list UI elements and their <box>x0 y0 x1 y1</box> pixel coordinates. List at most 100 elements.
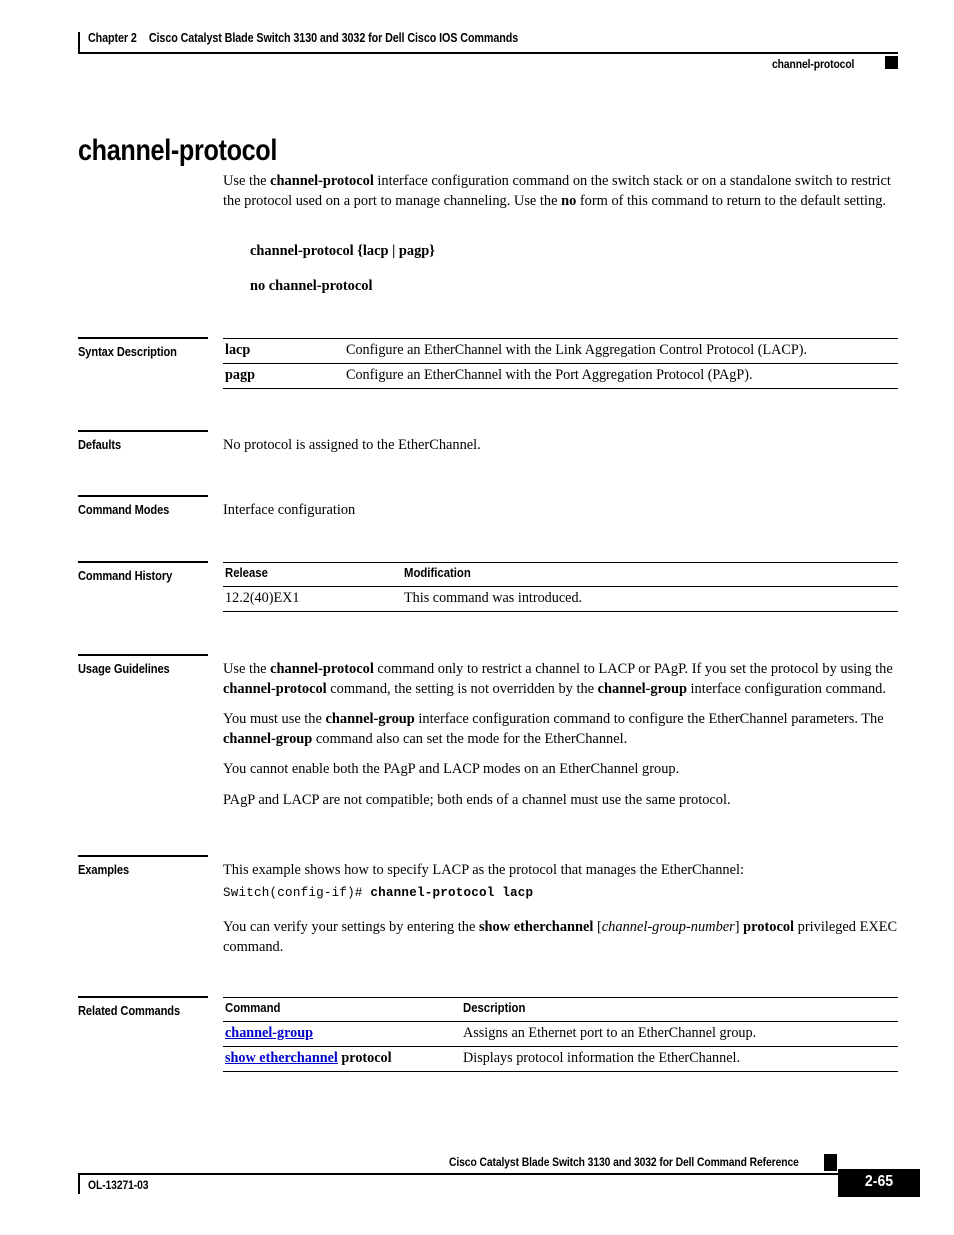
verify-part-1: You can verify your settings by entering… <box>223 919 479 935</box>
related-command-plain-2: protocol <box>337 1050 392 1066</box>
related-command-cell-2[interactable]: show etherchannel protocol <box>223 1046 461 1072</box>
page-number-text: 2-65 <box>864 1173 894 1190</box>
related-command-description-2: Displays protocol information the EtherC… <box>461 1046 898 1072</box>
header-marker-square <box>885 56 898 69</box>
command-history-modification-value: This command was introduced. <box>402 586 898 612</box>
syntax-desc-lacp: Configure an EtherChannel with the Link … <box>344 338 898 364</box>
footer-rule <box>78 1173 840 1175</box>
examples-verify-text: You can verify your settings by entering… <box>223 918 898 957</box>
usage-p1-bold-2: channel-protocol <box>223 680 327 697</box>
header-chapter-number: Chapter 2 <box>88 31 137 45</box>
verify-bold-show-etherchannel: show etherchannel <box>478 919 594 935</box>
usage-p1-part-2: command only to restrict a channel to LA… <box>373 661 893 677</box>
command-history-header-modification: Modification <box>402 562 898 587</box>
page-title: channel-protocol <box>78 134 278 168</box>
related-command-description-1: Assigns an Ethernet port to an EtherChan… <box>461 1021 898 1047</box>
table-header-row: Release Modification <box>223 562 898 587</box>
header-label: Release <box>225 565 268 580</box>
examples-intro-text: This example shows how to specify LACP a… <box>223 862 745 878</box>
table-row: 12.2(40)EX1 This command was introduced. <box>223 586 898 612</box>
intro-part-1: Use the <box>223 173 271 189</box>
page-number: 2-65 <box>838 1173 920 1191</box>
usage-p2-bold-1: channel-group <box>325 711 415 728</box>
table-row: channel-group Assigns an Ethernet port t… <box>223 1021 898 1047</box>
command-history-header-release: Release <box>223 562 402 587</box>
link-channel-group[interactable]: channel-group <box>225 1025 313 1041</box>
section-rule <box>78 337 208 339</box>
intro-paragraph: Use the channel-protocol interface confi… <box>223 172 898 211</box>
usage-p2-part-3: command also can set the mode for the Et… <box>312 730 628 747</box>
section-label-command-history: Command History <box>78 561 223 583</box>
syntax-desc-pagp: Configure an EtherChannel with the Port … <box>344 363 898 389</box>
usage-p1-bold-3: channel-group <box>597 680 687 697</box>
command-modes-content: Interface configuration <box>223 501 898 521</box>
usage-paragraph-3: You cannot enable both the PAgP and LACP… <box>223 761 680 778</box>
table-row: lacp Configure an EtherChannel with the … <box>223 338 898 364</box>
header-running-head: channel-protocol <box>772 57 855 71</box>
syntax-term-pagp: pagp <box>223 363 344 389</box>
header-label: Modification <box>404 565 471 580</box>
usage-guidelines-content: Use the channel-protocol command only to… <box>223 660 898 810</box>
page-header: Chapter 2 Cisco Catalyst Blade Switch 313… <box>78 30 898 72</box>
syntax-description-table: lacp Configure an EtherChannel with the … <box>223 338 898 389</box>
example-code-line: Switch(config-if)# channel-protocol lacp <box>223 886 533 900</box>
footer-document-title: Cisco Catalyst Blade Switch 3130 and 303… <box>449 1155 800 1169</box>
related-commands-header-command: Command <box>223 997 461 1022</box>
footer-left-tick <box>78 1175 81 1194</box>
table-header-row: Command Description <box>223 997 898 1022</box>
usage-paragraph-4: PAgP and LACP are not compatible; both e… <box>223 791 731 808</box>
section-label-text: Syntax Description <box>78 344 177 359</box>
syntax-negative-form: no channel-protocol <box>250 278 373 294</box>
section-label-text: Command Modes <box>78 502 170 517</box>
header-left-tick <box>78 32 81 52</box>
defaults-content: No protocol is assigned to the EtherChan… <box>223 436 898 456</box>
section-rule <box>78 654 208 656</box>
section-label-usage-guidelines: Usage Guidelines <box>78 654 223 676</box>
related-commands-header-description: Description <box>461 997 898 1022</box>
command-history-table: Release Modification 12.2(40)EX1 This co… <box>223 562 898 612</box>
section-label-text: Usage Guidelines <box>78 661 170 676</box>
header-label: Description <box>463 1000 526 1015</box>
header-rule <box>78 52 898 54</box>
examples-intro-block: This example shows how to specify LACP a… <box>223 861 898 881</box>
section-label-text: Command History <box>78 568 173 583</box>
intro-bold-command: channel-protocol <box>270 173 374 189</box>
section-rule <box>78 495 208 497</box>
section-rule <box>78 561 208 563</box>
usage-paragraph-2: You must use the channel-group interface… <box>223 710 898 749</box>
related-commands-table: Command Description channel-group Assign… <box>223 997 898 1072</box>
page-footer: Cisco Catalyst Blade Switch 3130 and 303… <box>78 1154 920 1210</box>
defaults-text: No protocol is assigned to the EtherChan… <box>223 437 481 453</box>
section-label-defaults: Defaults <box>78 430 223 452</box>
table-row: pagp Configure an EtherChannel with the … <box>223 363 898 389</box>
section-rule <box>78 855 208 857</box>
section-rule <box>78 430 208 432</box>
section-label-command-modes: Command Modes <box>78 495 223 517</box>
header-label: Command <box>225 1000 281 1015</box>
section-label-text: Related Commands <box>78 1003 181 1018</box>
command-modes-text: Interface configuration <box>223 502 356 518</box>
verify-bold-protocol: protocol <box>743 919 795 935</box>
usage-p1-part-3: command, the setting is not overridden b… <box>326 680 598 697</box>
verify-part-2: [ <box>593 919 602 935</box>
related-command-cell-1[interactable]: channel-group <box>223 1021 461 1047</box>
command-history-release-value: 12.2(40)EX1 <box>223 586 402 612</box>
section-label-related-commands: Related Commands <box>78 996 223 1018</box>
code-command: channel-protocol lacp <box>370 886 534 900</box>
intro-bold-no: no <box>561 192 577 209</box>
footer-marker-square <box>824 1154 837 1171</box>
verify-part-3: ] <box>734 919 744 935</box>
examples-verify-block: You can verify your settings by entering… <box>223 918 898 957</box>
verify-italic-argument: channel-group-number <box>601 919 735 935</box>
syntax-term-lacp: lacp <box>223 338 344 364</box>
table-row: show etherchannel protocol Displays prot… <box>223 1046 898 1072</box>
section-label-syntax-description: Syntax Description <box>78 337 223 359</box>
link-show-etherchannel[interactable]: show etherchannel <box>225 1050 338 1066</box>
usage-paragraph-1: Use the channel-protocol command only to… <box>223 660 898 699</box>
section-label-text: Defaults <box>78 437 122 452</box>
footer-document-id: OL-13271-03 <box>88 1178 149 1192</box>
intro-part-3: form of this command to return to the de… <box>576 192 887 209</box>
usage-p2-part-2: interface configuration command to confi… <box>414 711 884 728</box>
syntax-positive-form: channel-protocol {lacp | pagp} <box>250 243 435 259</box>
usage-p2-part-1: You must use the <box>223 711 326 728</box>
